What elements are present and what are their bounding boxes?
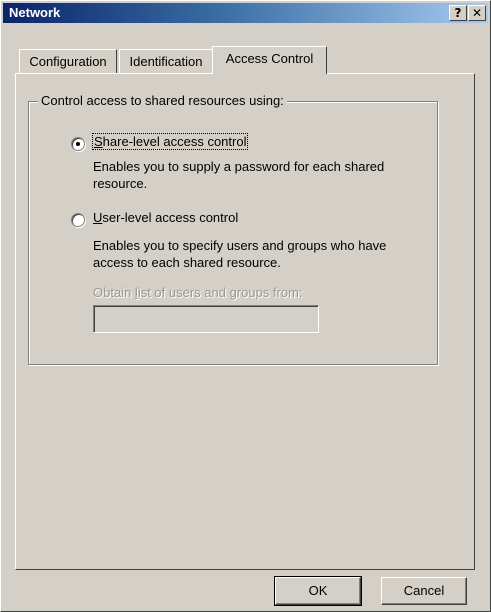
- network-dialog: Network ? ✕ Configuration Identification…: [0, 0, 491, 612]
- tab-access-control[interactable]: Access Control: [212, 46, 327, 74]
- obtain-list-input[interactable]: [93, 305, 319, 333]
- cancel-button[interactable]: Cancel: [381, 577, 467, 605]
- title-bar[interactable]: Network ? ✕: [3, 3, 488, 23]
- user-level-mnemonic: U: [93, 210, 103, 225]
- user-level-description-line1: Enables you to specify users and groups …: [93, 238, 387, 253]
- obtain-list-label-post: ist of users and groups from:: [137, 285, 303, 300]
- user-level-label[interactable]: User-level access control: [93, 210, 238, 225]
- share-level-description-line2: resource.: [93, 176, 148, 191]
- window-title: Network: [9, 5, 61, 20]
- ok-button[interactable]: OK: [274, 576, 362, 606]
- user-level-description-line2: access to each shared resource.: [93, 255, 281, 270]
- user-level-radio[interactable]: [71, 213, 85, 227]
- obtain-list-label: Obtain list of users and groups from:: [93, 285, 303, 300]
- help-button[interactable]: ?: [449, 5, 467, 21]
- share-level-label[interactable]: Share-level access control: [91, 133, 249, 150]
- share-level-description-line1: Enables you to supply a password for eac…: [93, 159, 385, 174]
- radio-selected-dot: [76, 142, 80, 146]
- obtain-list-label-pre: Obtain: [93, 285, 135, 300]
- tab-identification[interactable]: Identification: [119, 49, 213, 74]
- group-label: Control access to shared resources using…: [38, 93, 287, 108]
- close-button[interactable]: ✕: [468, 5, 486, 21]
- tab-configuration[interactable]: Configuration: [19, 49, 117, 74]
- share-level-radio[interactable]: [71, 137, 85, 151]
- share-level-mnemonic: S: [94, 134, 103, 149]
- share-level-label-text: hare-level access control: [102, 134, 247, 149]
- user-level-label-text: ser-level access control: [102, 210, 239, 225]
